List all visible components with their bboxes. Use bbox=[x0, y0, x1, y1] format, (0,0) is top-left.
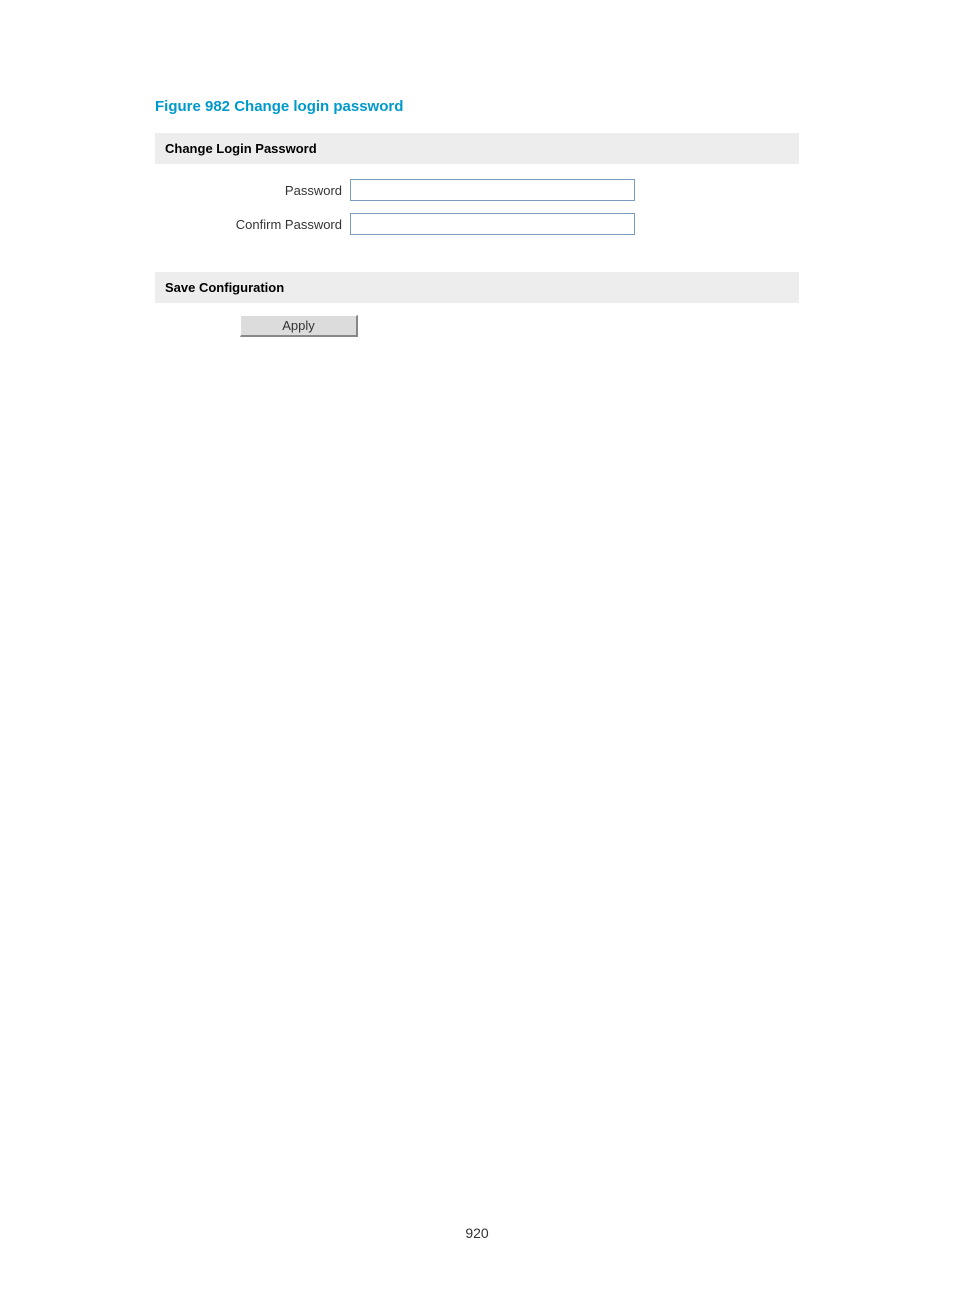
confirm-password-row: Confirm Password bbox=[155, 213, 799, 235]
page-number: 920 bbox=[0, 1225, 954, 1241]
save-configuration-header: Save Configuration bbox=[155, 272, 799, 303]
password-input[interactable] bbox=[350, 179, 635, 201]
password-row: Password bbox=[155, 179, 799, 201]
figure-caption: Figure 982 Change login password bbox=[155, 98, 799, 115]
confirm-password-input[interactable] bbox=[350, 213, 635, 235]
button-container: Apply bbox=[155, 303, 799, 337]
change-password-header: Change Login Password bbox=[155, 133, 799, 164]
change-password-form: Password Confirm Password bbox=[155, 164, 799, 272]
password-label: Password bbox=[155, 183, 350, 198]
confirm-password-label: Confirm Password bbox=[155, 217, 350, 232]
apply-button[interactable]: Apply bbox=[240, 315, 358, 337]
